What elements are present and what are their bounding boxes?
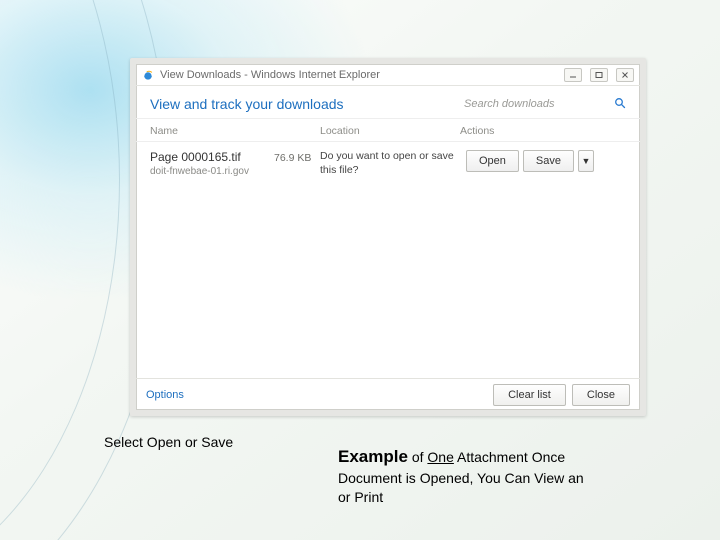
download-actions: Open Save ▼ [460,150,626,172]
caption-of: of [408,449,427,465]
download-source: doit-fnwebae-01.ri.gov [150,166,274,177]
download-row: Page 0000165.tif doit-fnwebae-01.ri.gov … [136,142,640,183]
download-size: 76.9 KB [274,150,320,164]
col-name: Name [150,125,320,137]
download-filename: Page 0000165.tif [150,150,274,164]
caption-example: Example [338,447,408,466]
download-name-cell: Page 0000165.tif doit-fnwebae-01.ri.gov [150,150,274,177]
open-button[interactable]: Open [466,150,519,172]
caption-right: Example of One Attachment Once Document … [338,446,598,507]
search-box[interactable]: Search downloads [464,97,626,112]
save-dropdown-button[interactable]: ▼ [578,150,594,172]
dialog-header: View and track your downloads Search dow… [136,86,640,118]
close-button[interactable]: Close [572,384,630,406]
downloads-dialog: View Downloads - Windows Internet Explor… [130,58,646,416]
download-prompt: Do you want to open or save this file? [320,150,460,177]
minimize-button[interactable] [564,68,582,82]
caption-left: Select Open or Save [104,434,233,450]
caption-one: One [427,449,453,465]
col-actions: Actions [460,125,626,137]
window-title: View Downloads - Windows Internet Explor… [160,69,380,81]
ie-icon [142,69,154,81]
save-button[interactable]: Save [523,150,574,172]
close-window-button[interactable] [616,68,634,82]
search-icon[interactable] [614,97,626,112]
titlebar: View Downloads - Windows Internet Explor… [136,64,640,86]
empty-area [136,183,640,378]
column-headers: Name Location Actions [136,118,640,142]
dialog-footer: Options Clear list Close [136,378,640,410]
search-placeholder: Search downloads [464,98,574,110]
chevron-down-icon: ▼ [582,156,591,166]
page-title: View and track your downloads [150,96,344,112]
col-location: Location [320,125,460,137]
clear-list-button[interactable]: Clear list [493,384,566,406]
options-link[interactable]: Options [146,389,184,401]
maximize-button[interactable] [590,68,608,82]
